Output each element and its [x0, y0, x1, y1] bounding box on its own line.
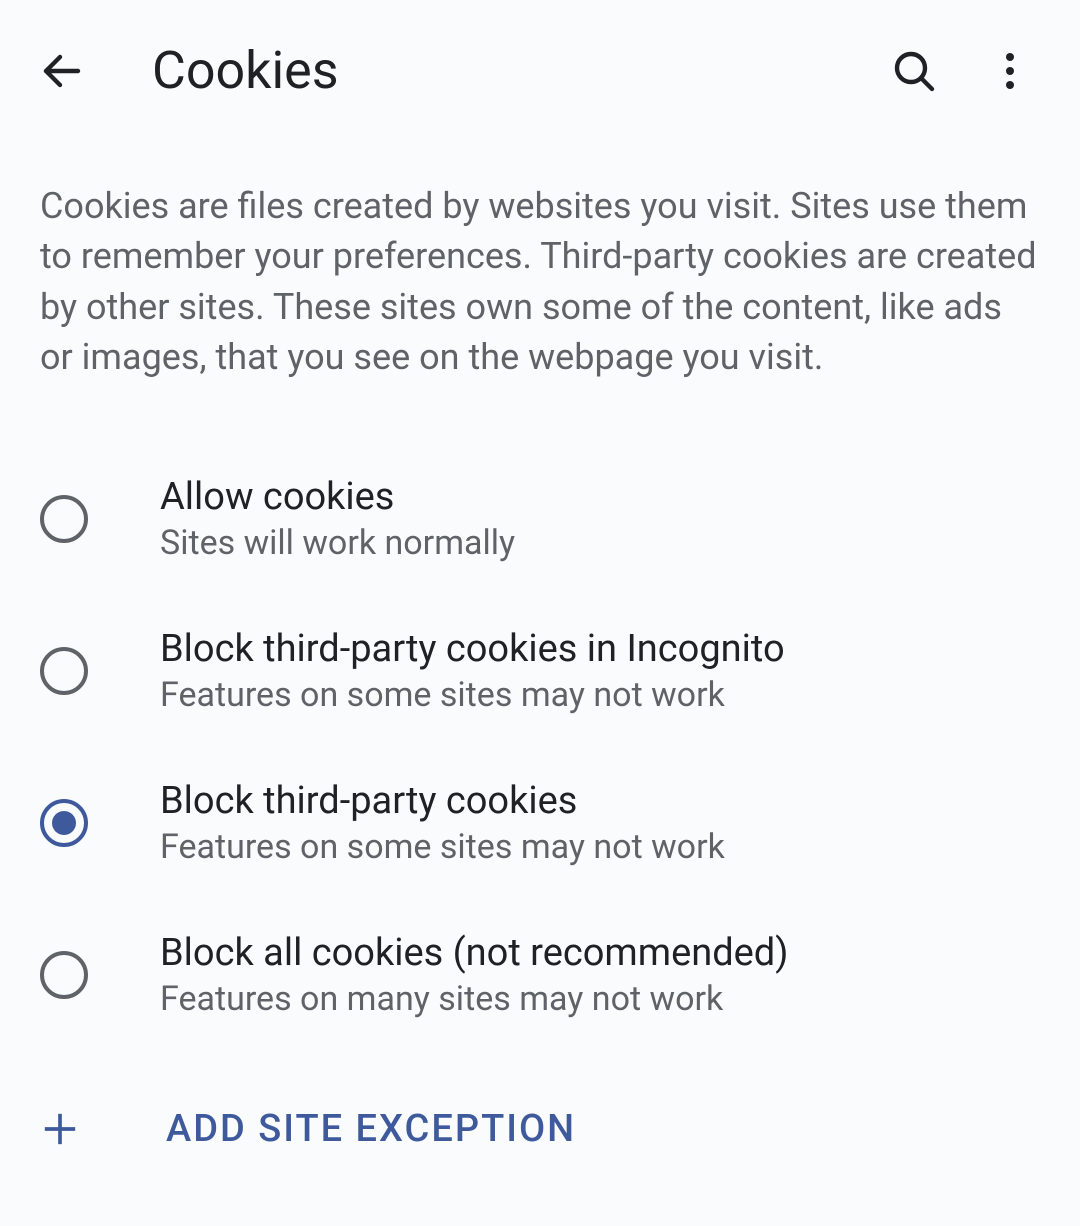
- option-title: Block third-party cookies: [160, 779, 725, 823]
- option-subtitle: Features on some sites may not work: [160, 827, 725, 867]
- option-title: Block third-party cookies in Incognito: [160, 627, 785, 671]
- radio-dot-icon: [52, 811, 76, 835]
- option-subtitle: Features on some sites may not work: [160, 675, 785, 715]
- arrow-left-icon: [38, 47, 86, 95]
- option-text: Allow cookies Sites will work normally: [160, 475, 515, 563]
- page-title: Cookies: [152, 40, 824, 101]
- option-text: Block third-party cookies Features on so…: [160, 779, 725, 867]
- plus-icon: [40, 1109, 80, 1149]
- search-icon: [890, 47, 938, 95]
- radio-circle-icon: [40, 799, 88, 847]
- radio-button: [40, 489, 100, 549]
- cookies-description: Cookies are files created by websites yo…: [0, 141, 1080, 423]
- back-button[interactable]: [32, 41, 92, 101]
- header: Cookies: [0, 0, 1080, 141]
- radio-circle-icon: [40, 647, 88, 695]
- radio-circle-icon: [40, 495, 88, 543]
- cookie-options: Allow cookies Sites will work normally B…: [0, 423, 1080, 1071]
- add-site-exception-button[interactable]: ADD SITE EXCEPTION: [0, 1071, 1080, 1187]
- option-block-third-party[interactable]: Block third-party cookies Features on so…: [0, 747, 1080, 899]
- add-site-exception-label: ADD SITE EXCEPTION: [166, 1107, 576, 1151]
- option-title: Block all cookies (not recommended): [160, 931, 788, 975]
- header-actions: [884, 41, 1040, 101]
- more-vert-icon: [986, 47, 1034, 95]
- radio-button: [40, 945, 100, 1005]
- option-block-all-cookies[interactable]: Block all cookies (not recommended) Feat…: [0, 899, 1080, 1051]
- option-title: Allow cookies: [160, 475, 515, 519]
- radio-circle-icon: [40, 951, 88, 999]
- radio-button: [40, 641, 100, 701]
- search-button[interactable]: [884, 41, 944, 101]
- option-subtitle: Features on many sites may not work: [160, 979, 788, 1019]
- radio-button: [40, 793, 100, 853]
- option-text: Block third-party cookies in Incognito F…: [160, 627, 785, 715]
- option-allow-cookies[interactable]: Allow cookies Sites will work normally: [0, 443, 1080, 595]
- option-subtitle: Sites will work normally: [160, 523, 515, 563]
- overflow-menu-button[interactable]: [980, 41, 1040, 101]
- option-block-third-party-incognito[interactable]: Block third-party cookies in Incognito F…: [0, 595, 1080, 747]
- option-text: Block all cookies (not recommended) Feat…: [160, 931, 788, 1019]
